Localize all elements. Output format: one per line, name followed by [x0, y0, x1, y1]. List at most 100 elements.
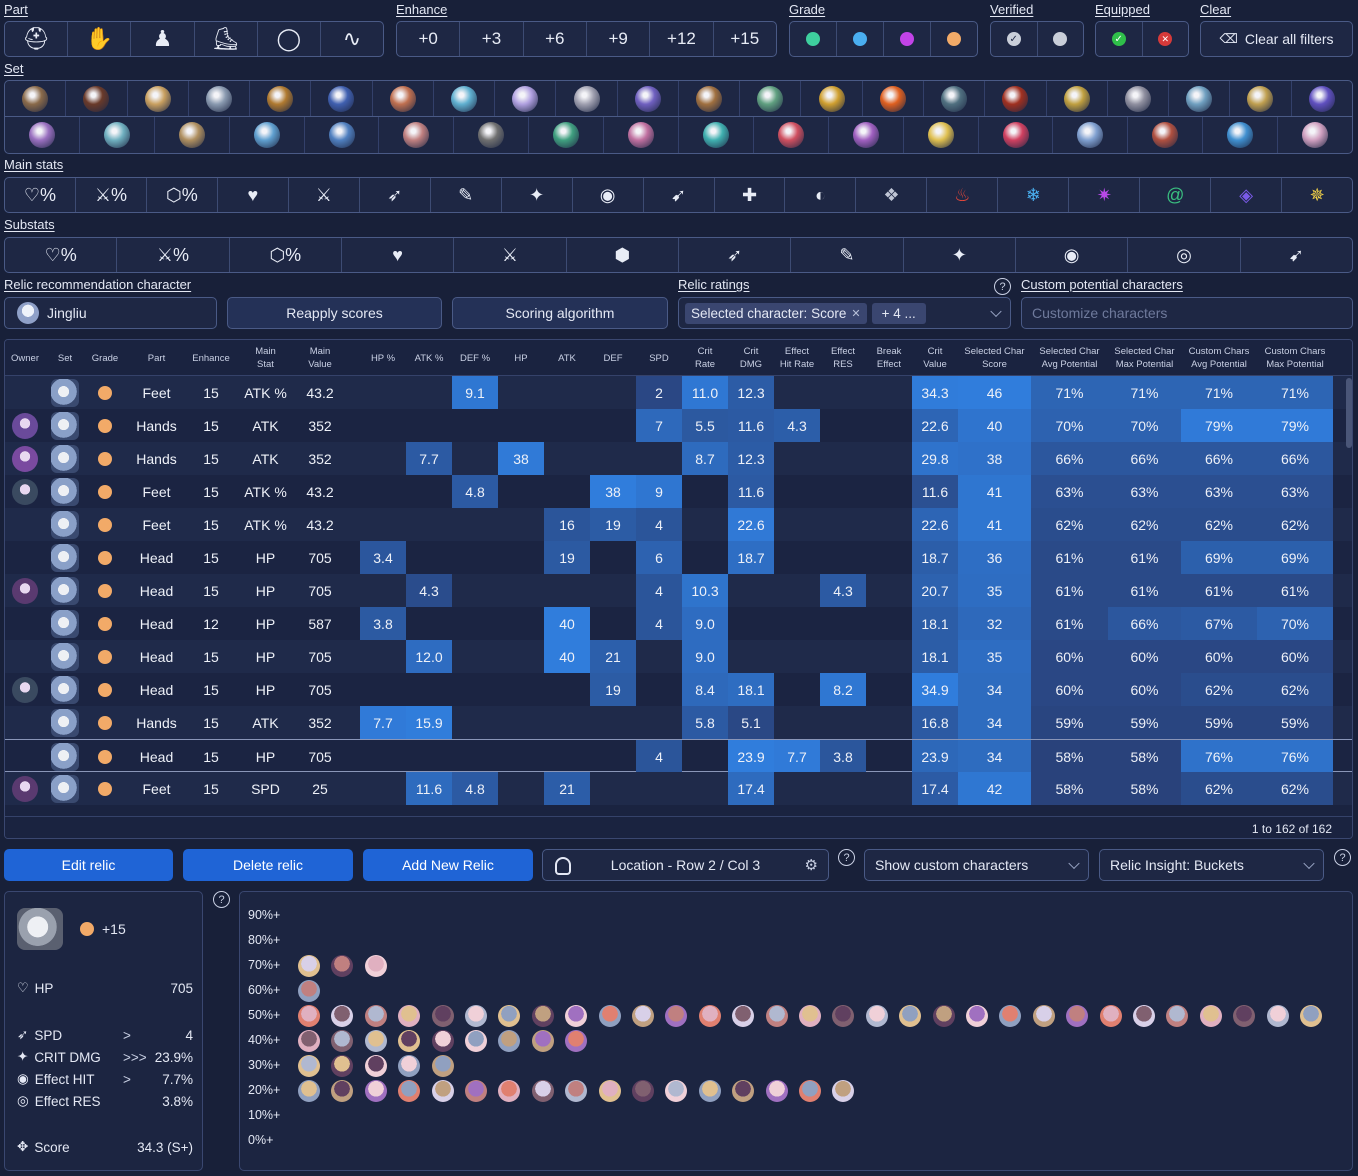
clear-all-filters-button[interactable]: ⌫ Clear all filters [1200, 21, 1353, 57]
set-toggle[interactable] [1128, 117, 1204, 153]
set-toggle[interactable] [311, 81, 373, 116]
set-toggle[interactable] [1169, 81, 1231, 116]
character-avatar[interactable] [598, 1080, 621, 1102]
equipped-yes-toggle[interactable]: ✓ [1096, 22, 1143, 56]
enhance-toggle[interactable]: +3 [460, 22, 524, 56]
character-avatar[interactable] [331, 1080, 354, 1102]
character-avatar[interactable] [298, 1055, 320, 1077]
set-toggle[interactable] [189, 81, 251, 116]
main-stat-toggle[interactable]: ◈ [1211, 178, 1283, 212]
character-avatar[interactable] [632, 1080, 654, 1102]
set-toggle[interactable] [373, 81, 434, 116]
column-header[interactable]: Selected Char Score [958, 340, 1031, 376]
character-avatar[interactable] [1133, 1005, 1155, 1027]
character-avatar[interactable] [899, 1005, 922, 1027]
character-avatar[interactable] [1032, 1005, 1055, 1027]
character-avatar[interactable] [665, 1005, 688, 1027]
table-row[interactable]: Head 15 HP 705 4 23.9 7.7 3.8 23.9 34 58% 58% 76% 76% [5, 739, 1352, 773]
table-row[interactable]: Hands 15 ATK 352 7.7 15.9 5.8 5.1 16.8 34 59% 59% 59… [5, 706, 1352, 739]
character-avatar[interactable] [966, 1005, 988, 1027]
character-avatar[interactable] [498, 1005, 521, 1027]
character-avatar[interactable] [765, 1080, 788, 1102]
table-row[interactable]: Head 15 HP 705 3.4 19 6 18.7 18.7 36 61% 61% 69% 69% [5, 541, 1352, 574]
main-stat-toggle[interactable]: ♨ [927, 178, 999, 212]
set-toggle[interactable] [556, 81, 618, 116]
character-avatar[interactable] [632, 1005, 654, 1027]
planar-sphere-toggle[interactable]: ◯ [258, 22, 321, 56]
main-stat-toggle[interactable]: ✚ [715, 178, 786, 212]
set-toggle[interactable] [155, 117, 230, 153]
column-header[interactable]: HP % [360, 340, 406, 376]
set-toggle[interactable] [679, 81, 741, 116]
table-row[interactable]: Head 15 HP 705 12.0 40 21 9.0 18.1 35 60% 60% 60% 60% [5, 640, 1352, 673]
substat-toggle[interactable]: ⚔% [117, 238, 230, 272]
main-stat-toggle[interactable]: ✦ [502, 178, 573, 212]
grade-toggle[interactable] [884, 22, 931, 56]
substat-toggle[interactable]: ✦ [904, 238, 1016, 272]
table-row[interactable]: Hands 15 ATK 352 7.7 38 8.7 12.3 29.8 38 66% 66% 66%… [5, 442, 1352, 475]
character-avatar[interactable] [799, 1080, 821, 1102]
recommendation-character-select[interactable]: Jingliu [4, 297, 217, 329]
table-row[interactable]: Feet 15 SPD 25 11.6 4.8 21 17.4 17.4 42 58% 58% 62% 6… [5, 772, 1352, 805]
column-header[interactable]: Enhance [188, 340, 234, 376]
character-avatar[interactable] [665, 1080, 688, 1102]
link-rope-toggle[interactable]: ∿ [321, 22, 383, 56]
column-header[interactable]: DEF % [452, 340, 498, 376]
set-toggle[interactable] [863, 81, 924, 116]
character-avatar[interactable] [298, 1080, 320, 1102]
set-toggle[interactable] [985, 81, 1047, 116]
set-toggle[interactable] [250, 81, 312, 116]
help-icon[interactable]: ? [1334, 849, 1351, 866]
character-avatar[interactable] [398, 1030, 421, 1052]
relic-ratings-select[interactable]: Selected character: Score ✕ + 4 ... [678, 297, 1011, 329]
character-avatar[interactable] [465, 1005, 487, 1027]
set-toggle[interactable] [679, 117, 754, 153]
set-toggle[interactable] [904, 117, 979, 153]
help-icon[interactable]: ? [838, 849, 855, 866]
set-toggle[interactable] [604, 117, 680, 153]
set-toggle[interactable] [754, 117, 829, 153]
main-stat-toggle[interactable]: ◉ [573, 178, 644, 212]
character-avatar[interactable] [1266, 1005, 1289, 1027]
main-stat-toggle[interactable]: ❄ [998, 178, 1070, 212]
column-header[interactable]: Custom Chars Avg Potential [1181, 340, 1257, 376]
column-header[interactable]: Selected Char Max Potential [1108, 340, 1181, 376]
grade-toggle[interactable] [837, 22, 884, 56]
main-stat-toggle[interactable]: ♡% [5, 178, 76, 212]
character-avatar[interactable] [531, 1030, 554, 1052]
character-avatar[interactable] [398, 1005, 421, 1027]
character-avatar[interactable] [364, 1030, 387, 1052]
character-avatar[interactable] [865, 1005, 888, 1027]
main-stat-toggle[interactable]: @ [1140, 178, 1212, 212]
main-stat-toggle[interactable]: ➶ [360, 178, 431, 212]
column-header[interactable]: Selected Char Avg Potential [1031, 340, 1108, 376]
column-header[interactable]: Crit Value [912, 340, 958, 376]
character-avatar[interactable] [331, 955, 354, 977]
character-avatar[interactable] [331, 1005, 354, 1027]
character-avatar[interactable] [1166, 1005, 1189, 1027]
character-avatar[interactable] [498, 1030, 521, 1052]
set-toggle[interactable] [305, 117, 380, 153]
delete-relic-button[interactable]: Delete relic [183, 849, 353, 881]
character-avatar[interactable] [999, 1005, 1022, 1027]
column-header[interactable]: Crit Rate [682, 340, 728, 376]
set-toggle[interactable] [1108, 81, 1170, 116]
column-header[interactable]: HP [498, 340, 544, 376]
ratings-chip[interactable]: Selected character: Score ✕ [685, 302, 867, 324]
character-avatar[interactable] [465, 1030, 487, 1052]
grade-toggle[interactable] [790, 22, 837, 56]
character-avatar[interactable] [799, 1005, 821, 1027]
column-header[interactable]: ATK % [406, 340, 452, 376]
character-avatar[interactable] [565, 1005, 588, 1027]
character-avatar[interactable] [498, 1080, 521, 1102]
feet-toggle[interactable]: ⛸ [195, 22, 258, 56]
substat-toggle[interactable]: ➹ [1241, 238, 1352, 272]
column-header[interactable]: ATK [544, 340, 590, 376]
set-toggle[interactable] [495, 81, 557, 116]
character-avatar[interactable] [932, 1005, 955, 1027]
character-avatar[interactable] [698, 1080, 721, 1102]
customize-characters-select[interactable]: Customize characters [1021, 297, 1353, 329]
column-header[interactable]: DEF [590, 340, 636, 376]
main-stat-toggle[interactable]: ✷ [1069, 178, 1141, 212]
scoring-algorithm-button[interactable]: Scoring algorithm [452, 297, 668, 329]
